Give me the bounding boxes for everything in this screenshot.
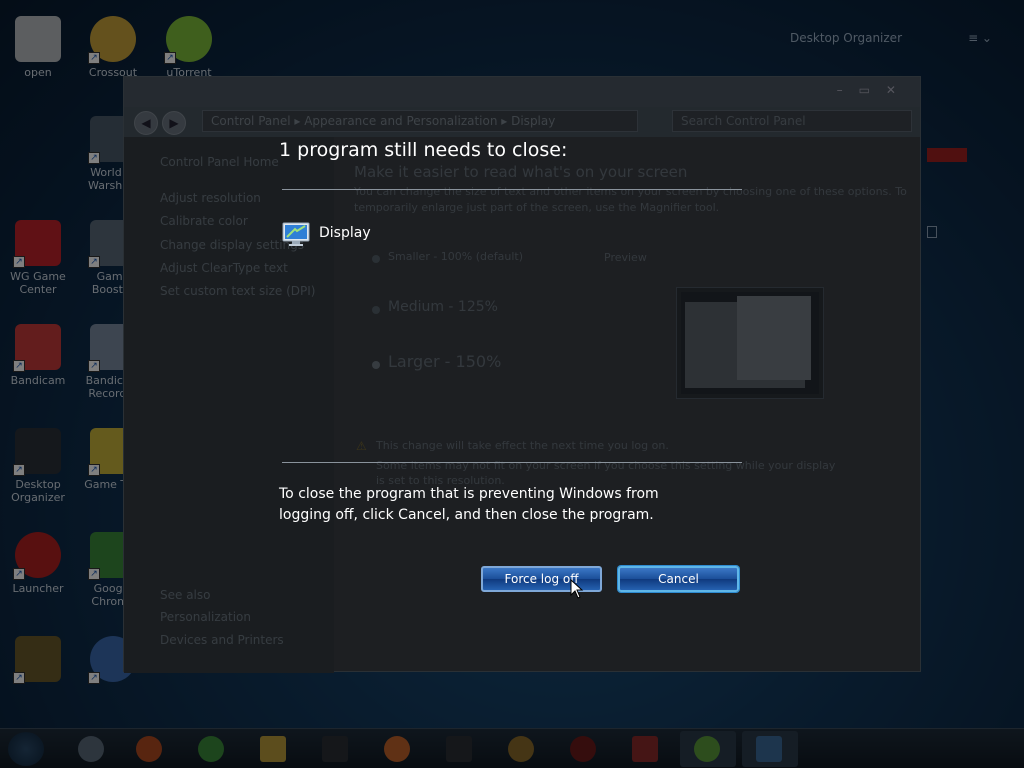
logoff-blocked-prompt: 1 program still needs to close: Display … xyxy=(0,0,1024,768)
bottom-separator xyxy=(282,462,742,463)
prompt-title: 1 program still needs to close: xyxy=(279,139,568,161)
prompt-message: To close the program that is preventing … xyxy=(279,486,659,523)
top-separator xyxy=(282,189,742,190)
program-name: Display xyxy=(319,225,371,241)
display-program-icon xyxy=(282,222,310,246)
cancel-button[interactable]: Cancel xyxy=(618,566,739,592)
mouse-cursor-icon xyxy=(570,579,584,599)
